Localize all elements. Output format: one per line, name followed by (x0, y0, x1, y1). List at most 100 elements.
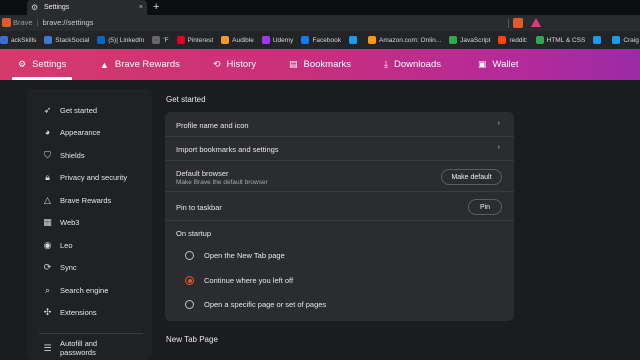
nav-bookmarks[interactable]: ▤ Bookmarks (289, 49, 351, 80)
pin-taskbar-row: Pin to taskbar Pin (165, 192, 514, 221)
bookmark-item[interactable] (593, 36, 604, 44)
brave-rewards-icon[interactable] (531, 18, 541, 27)
startup-option-label: Open a specific page or set of pages (204, 300, 327, 309)
settings-sidebar: ➶ Get started ◕ Appearance ⛉ Shields 🔒︎ Privacy… (27, 89, 152, 360)
sidebar-item-extensions[interactable]: ✣ Extensions (42, 307, 97, 318)
bookmark-item[interactable]: JavaScript (449, 36, 490, 44)
sidebar-item-get-started[interactable]: ➶ Get started (42, 105, 97, 116)
bookmark-favicon-icon (498, 36, 507, 44)
leo-icon: ◉ (43, 240, 52, 250)
sidebar-item-shields[interactable]: ⛉ Shields (42, 150, 85, 161)
sidebar-item-web3[interactable]: ▦ Web3 (42, 217, 79, 228)
startup-option[interactable]: Open a specific page or set of pages (165, 293, 514, 317)
import-label: Import bookmarks and settings (176, 145, 279, 154)
bookmark-item[interactable]: Pinterest (176, 36, 214, 44)
sidebar-item-brave-rewards[interactable]: △ Brave Rewards (42, 195, 111, 206)
web3-icon: ▦ (43, 217, 52, 227)
bookmark-item[interactable]: HTML & CSS (535, 36, 586, 44)
bookmark-label: (5)| LinkedIn (108, 36, 145, 44)
bookmark-label: HTML & CSS (546, 36, 586, 44)
nav-brave-rewards[interactable]: ▲ Brave Rewards (100, 49, 180, 80)
bookmark-favicon-icon (301, 36, 310, 44)
nav-label: Settings (32, 59, 67, 70)
sidebar-item-label: Search engine (60, 286, 109, 295)
tab-settings[interactable]: ⚙ Settings × (27, 0, 147, 15)
tab-strip: ⚙ Settings × + (0, 0, 640, 15)
gear-icon: ⚙ (18, 59, 27, 69)
bookmark-item[interactable]: Craig Johnson (@Cr... (612, 36, 640, 44)
pin-button[interactable]: Pin (468, 199, 502, 215)
sidebar-item-autofill-and-passwords[interactable]: ☰ Autofill and passwords (42, 339, 114, 357)
bookmark-favicon-icon (593, 36, 602, 44)
bookmark-favicon-icon (535, 36, 544, 44)
pin-taskbar-label: Pin to taskbar (176, 203, 222, 212)
bookmark-item[interactable]: 'F (152, 36, 169, 44)
lock-icon: 🔒︎ (45, 172, 50, 182)
nav-history[interactable]: ⟲ History (213, 49, 256, 80)
history-icon: ⟲ (213, 59, 221, 69)
sidebar-item-label: Privacy and security (60, 173, 128, 182)
nav-downloads[interactable]: ⤓ Downloads (384, 49, 441, 80)
sidebar-item-label: Sync (60, 263, 77, 272)
close-tab-button[interactable]: × (139, 4, 143, 11)
sidebar-item-search-engine[interactable]: ⌕ Search engine (42, 285, 108, 296)
bookmarks-bar: ackSkills StackSocial (5)| LinkedIn 'F Pinte… (0, 31, 640, 49)
bookmark-favicon-icon (348, 36, 357, 44)
brave-shields-icon[interactable] (513, 18, 523, 28)
radio-button[interactable] (185, 251, 194, 260)
nav-settings[interactable]: ⚙ Settings (11, 49, 73, 80)
bookmark-favicon-icon (612, 36, 621, 44)
sidebar-item-appearance[interactable]: ◕ Appearance (42, 127, 101, 138)
sidebar-item-label: Appearance (60, 128, 101, 137)
shield-icon: ⛉ (44, 150, 51, 160)
bookmark-favicon-icon (261, 36, 270, 44)
profile-row[interactable]: Profile name and icon › (165, 112, 514, 137)
startup-option[interactable]: Open the New Tab page (165, 244, 514, 268)
url-text[interactable]: Brave | brave://settings (13, 18, 93, 27)
nav-label: Brave Rewards (114, 59, 180, 70)
bookmark-item[interactable]: Facebook (301, 36, 341, 44)
bookmark-favicon-icon (97, 36, 106, 44)
bookmark-item[interactable]: (5)| LinkedIn (97, 36, 144, 44)
download-icon: ⤓ (384, 59, 388, 69)
on-startup-label: On startup (176, 229, 212, 238)
bookmark-item[interactable]: ackSkills (0, 36, 36, 44)
startup-option[interactable]: Continue where you left off (165, 269, 514, 293)
radio-button[interactable] (185, 276, 194, 285)
bookmark-item[interactable]: StackSocial (44, 36, 89, 44)
sidebar-item-label: Autofill and passwords (60, 339, 98, 357)
bookmark-label: Pinterest (187, 36, 214, 44)
make-default-button[interactable]: Make default (441, 169, 502, 185)
sidebar-item-sync[interactable]: ⟳ Sync (42, 262, 77, 273)
list-icon: ☰ (43, 342, 52, 353)
import-row[interactable]: Import bookmarks and settings › (165, 137, 514, 161)
chevron-right-icon: › (497, 120, 500, 127)
triangle-icon: ▲ (100, 59, 109, 70)
startup-option-label: Continue where you left off (204, 276, 294, 285)
chevron-right-icon: › (497, 144, 500, 151)
bookmark-favicon-icon (221, 36, 230, 44)
bookmark-favicon-icon (152, 36, 161, 44)
startup-option-label: Open the New Tab page (204, 251, 285, 260)
bookmark-item[interactable]: Audible (221, 36, 254, 44)
bookmark-item[interactable]: Udemy (261, 36, 293, 44)
new-tab-button[interactable]: + (153, 1, 159, 13)
sidebar-item-leo[interactable]: ◉ Leo (42, 240, 73, 251)
nav-wallet[interactable]: ▣ Wallet (478, 49, 519, 80)
bookmark-favicon-icon (176, 36, 185, 44)
sidebar-item-privacy-and-security[interactable]: 🔒︎ Privacy and security (42, 172, 127, 183)
address-bar[interactable]: Brave | brave://settings (0, 15, 640, 31)
bookmark-item[interactable] (348, 36, 360, 44)
sidebar-item-label: Leo (60, 241, 73, 250)
bookmark-label: 'F (163, 36, 169, 44)
bookmark-item[interactable]: reddit: (498, 36, 528, 44)
palette-icon: ◕ (44, 127, 51, 137)
bookmark-favicon-icon (0, 36, 8, 44)
default-browser-subtext: Make Brave the default browser (176, 179, 268, 186)
settings-top-nav: ⚙ Settings ▲ Brave Rewards ⟲ History ▤ Bookmark… (0, 49, 640, 80)
tab-title: Settings (44, 4, 70, 11)
radio-button[interactable] (185, 300, 194, 309)
bookmark-item[interactable]: Amazon.com: Onlin... (367, 36, 441, 44)
bookmark-favicon-icon (44, 36, 53, 44)
sidebar-item-label: Shields (60, 151, 85, 160)
